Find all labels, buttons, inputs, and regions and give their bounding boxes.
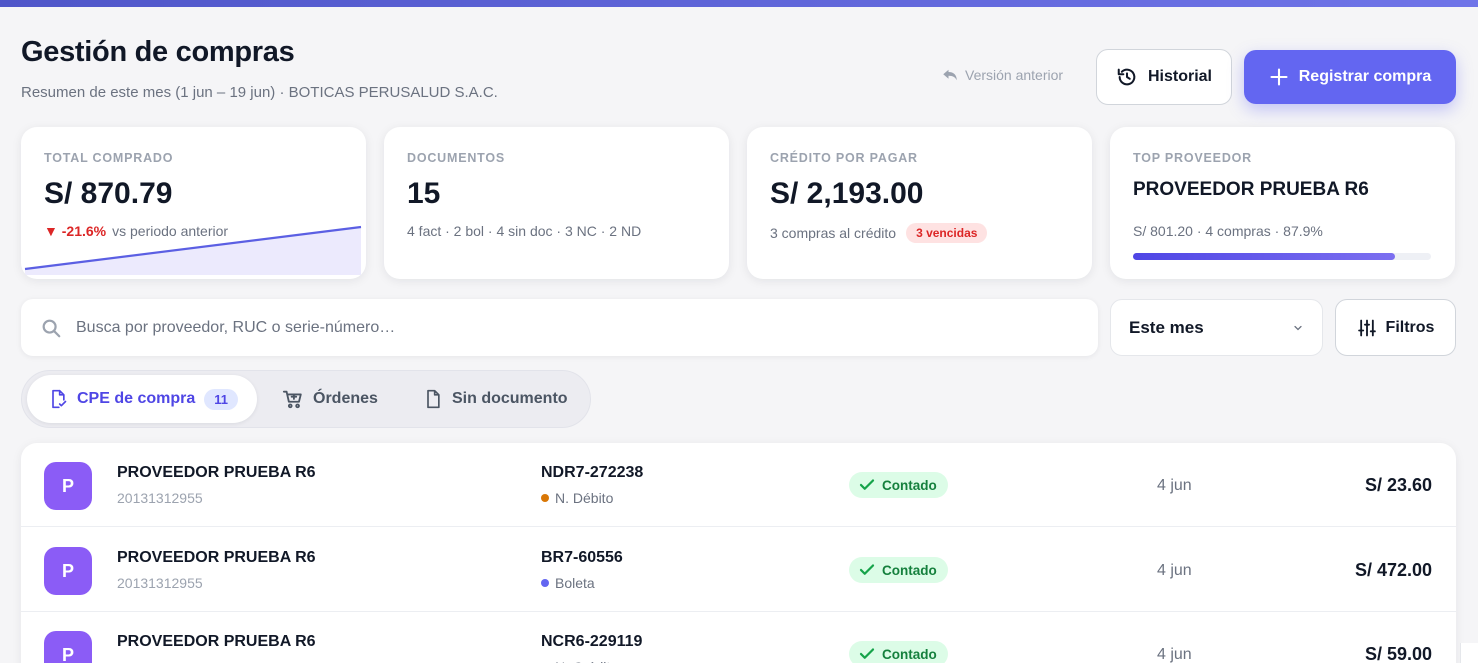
cart-icon bbox=[282, 390, 302, 409]
filters-button[interactable]: Filtros bbox=[1335, 299, 1456, 356]
purchases-list: P PROVEEDOR PRUEBA R6 20131312955 NDR7-2… bbox=[21, 443, 1456, 663]
credit-count: 3 compras al crédito bbox=[770, 225, 897, 241]
history-button[interactable]: Historial bbox=[1096, 49, 1232, 105]
search-box[interactable] bbox=[21, 299, 1098, 356]
purchase-date: 4 jun bbox=[1157, 562, 1192, 579]
documents-count: 15 bbox=[407, 177, 441, 210]
tab-cpe-label: CPE de compra bbox=[77, 390, 196, 407]
tab-orders[interactable]: Órdenes bbox=[282, 375, 378, 423]
document-number: BR7-60556 bbox=[541, 549, 623, 566]
provider-name: PROVEEDOR PRUEBA R6 bbox=[117, 633, 316, 650]
document-type: N. Crédito bbox=[541, 659, 618, 663]
provider-ruc: 20131312955 bbox=[117, 575, 203, 591]
check-icon bbox=[859, 479, 875, 490]
register-purchase-button[interactable]: Registrar compra bbox=[1244, 50, 1456, 104]
scrollbar-corner[interactable] bbox=[1460, 643, 1478, 663]
doc-type-dot bbox=[541, 494, 549, 502]
document-number: NCR6-229119 bbox=[541, 633, 643, 650]
top-accent-bar bbox=[0, 0, 1478, 7]
avatar: P bbox=[44, 462, 92, 510]
total-purchased-card: TOTAL COMPRADO S/ 870.79 ▼ -21.6% vs per… bbox=[21, 127, 366, 279]
period-select[interactable]: Este mes bbox=[1110, 299, 1323, 356]
card-label: TOTAL COMPRADO bbox=[44, 151, 174, 165]
progress-fill bbox=[1133, 253, 1395, 260]
purchase-amount: S/ 472.00 bbox=[1354, 560, 1432, 580]
history-icon bbox=[1117, 68, 1136, 86]
doc-type-dot bbox=[541, 579, 549, 587]
card-label: DOCUMENTOS bbox=[407, 151, 506, 165]
status-badge: Contado bbox=[849, 557, 948, 583]
search-icon bbox=[42, 319, 61, 337]
credit-card: CRÉDITO POR PAGAR S/ 2,193.00 3 compras … bbox=[747, 127, 1092, 279]
history-label: Historial bbox=[1147, 68, 1212, 85]
document-type: N. Débito bbox=[541, 490, 613, 506]
provider-name: PROVEEDOR PRUEBA R6 bbox=[117, 464, 316, 481]
credit-info: 3 compras al crédito 3 vencidas bbox=[770, 223, 988, 243]
status-label: Contado bbox=[882, 562, 937, 578]
page-title: Gestión de compras bbox=[21, 36, 295, 68]
purchase-date: 4 jun bbox=[1157, 477, 1192, 494]
card-label: CRÉDITO POR PAGAR bbox=[770, 151, 918, 165]
period-select-value: Este mes bbox=[1129, 317, 1204, 337]
status-badge: Contado bbox=[849, 472, 948, 498]
plus-icon bbox=[1270, 68, 1288, 86]
previous-version-link[interactable]: Versión anterior bbox=[941, 66, 1063, 84]
provider-ruc: 20131312955 bbox=[117, 490, 203, 506]
page-subtitle: Resumen de este mes (1 jun – 19 jun) · B… bbox=[21, 84, 498, 101]
documents-card: DOCUMENTOS 15 4 fact · 2 bol · 4 sin doc… bbox=[384, 127, 729, 279]
register-purchase-label: Registrar compra bbox=[1298, 68, 1432, 85]
status-label: Contado bbox=[882, 646, 937, 662]
filters-label: Filtros bbox=[1385, 318, 1435, 336]
purchase-date: 4 jun bbox=[1157, 646, 1192, 663]
sliders-icon bbox=[1357, 319, 1376, 336]
tab-cpe-count: 11 bbox=[204, 388, 239, 410]
document-tabs: CPE de compra 11 Órdenes Sin documento bbox=[21, 370, 591, 428]
document-type: Boleta bbox=[541, 575, 595, 591]
document-check-icon bbox=[52, 389, 67, 409]
top-supplier-progress bbox=[1133, 253, 1431, 260]
top-supplier-name: PROVEEDOR PRUEBA R6 bbox=[1133, 179, 1369, 200]
tab-orders-label: Órdenes bbox=[313, 390, 378, 407]
avatar: P bbox=[44, 631, 92, 663]
doc-type-label: N. Crédito bbox=[555, 659, 618, 663]
documents-breakdown: 4 fact · 2 bol · 4 sin doc · 3 NC · 2 ND bbox=[407, 223, 642, 239]
chevron-down-icon bbox=[1294, 325, 1302, 330]
trend-sparkline bbox=[24, 225, 362, 275]
credit-value: S/ 2,193.00 bbox=[770, 177, 924, 210]
check-icon bbox=[859, 648, 875, 659]
provider-name: PROVEEDOR PRUEBA R6 bbox=[117, 549, 316, 566]
tab-cpe[interactable]: CPE de compra 11 bbox=[27, 375, 257, 423]
search-input[interactable] bbox=[76, 318, 976, 337]
purchase-row[interactable]: P PROVEEDOR PRUEBA R6 20131312955 BR7-60… bbox=[21, 528, 1456, 612]
overdue-badge: 3 vencidas bbox=[906, 223, 988, 243]
status-badge: Contado bbox=[849, 641, 948, 663]
tab-no-document[interactable]: Sin documento bbox=[423, 375, 568, 423]
card-label: TOP PROVEEDOR bbox=[1133, 151, 1252, 165]
doc-type-label: N. Débito bbox=[555, 490, 614, 506]
total-purchased-value: S/ 870.79 bbox=[44, 177, 173, 210]
tab-no-document-label: Sin documento bbox=[452, 390, 568, 407]
top-supplier-stats: S/ 801.20 · 4 compras · 87.9% bbox=[1133, 223, 1323, 239]
document-number: NDR7-272238 bbox=[541, 464, 644, 481]
purchase-amount: S/ 23.60 bbox=[1364, 475, 1432, 495]
top-supplier-card: TOP PROVEEDOR PROVEEDOR PRUEBA R6 S/ 801… bbox=[1110, 127, 1455, 279]
status-label: Contado bbox=[882, 477, 937, 493]
doc-type-label: Boleta bbox=[555, 575, 595, 591]
undo-arrow-icon bbox=[943, 69, 957, 81]
avatar: P bbox=[44, 547, 92, 595]
check-icon bbox=[859, 564, 875, 575]
purchase-amount: S/ 59.00 bbox=[1364, 644, 1432, 663]
previous-version-label: Versión anterior bbox=[965, 67, 1064, 83]
purchase-row[interactable]: P PROVEEDOR PRUEBA R6 20131312955 NDR7-2… bbox=[21, 443, 1456, 527]
purchase-row[interactable]: P PROVEEDOR PRUEBA R6 NCR6-229119 N. Cré… bbox=[21, 612, 1456, 663]
document-icon bbox=[427, 389, 440, 409]
